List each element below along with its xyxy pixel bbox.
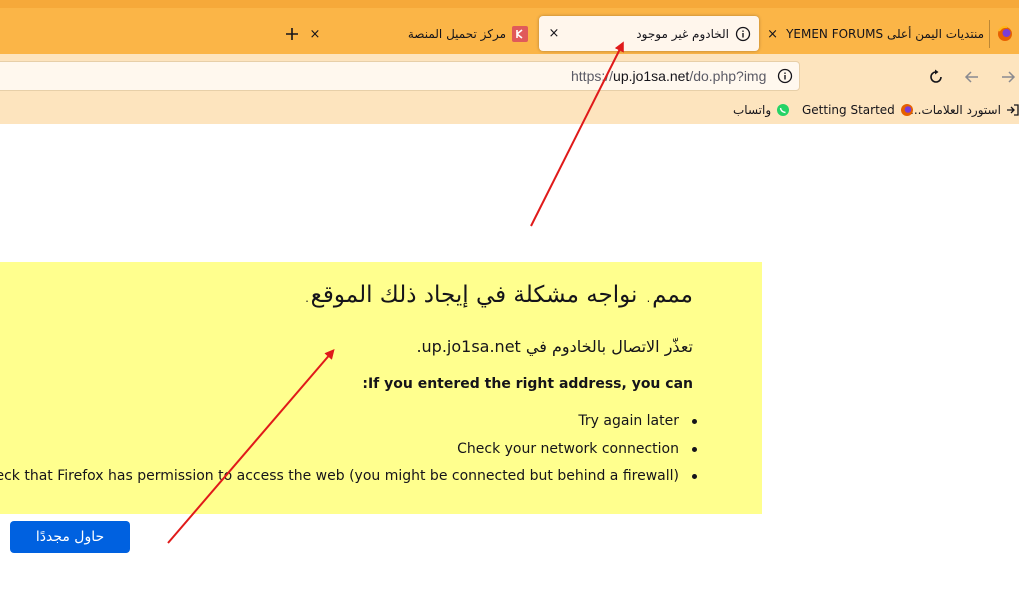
error-suggestions: Try again later Check your network conne… [0, 410, 698, 493]
arrow-left-icon [964, 71, 978, 83]
bookmark-label: استورد العلامات... [910, 103, 1001, 117]
tab-yemen-forums[interactable]: منتديات اليمن أعلى YEMEN FORUMS × [767, 16, 984, 52]
try-again-button[interactable]: حاول مجددًا [10, 521, 130, 553]
close-icon[interactable]: × [545, 25, 563, 43]
tab-upload-center[interactable]: مركز تحميل المنصة × [310, 16, 528, 52]
info-icon [735, 26, 751, 42]
tab-title: مركز تحميل المنصة [407, 27, 506, 41]
whatsapp-icon [776, 103, 790, 117]
site-info-button[interactable] [774, 65, 796, 87]
bookmark-whatsapp[interactable]: واتساب [733, 101, 790, 119]
firefox-menu-button[interactable] [991, 14, 1019, 54]
error-hint: If you entered the right address, you ca… [362, 376, 693, 392]
firefox-icon [900, 103, 914, 117]
back-button[interactable] [961, 66, 983, 88]
bookmark-label: واتساب [733, 103, 772, 117]
suggestion-text: Check that Firefox has permission to acc… [0, 468, 679, 484]
tab-title: الخادوم غير موجود [636, 26, 729, 41]
forward-button[interactable] [997, 66, 1019, 88]
bookmark-getting-started[interactable]: Getting Started [802, 101, 914, 119]
reload-icon [930, 69, 942, 83]
url-path: /do.php?img [689, 68, 767, 84]
tab-title: منتديات اليمن أعلى YEMEN FORUMS [786, 27, 984, 41]
error-subtitle: تعذّر الاتصال بالخادوم في up.jo1sa.net. [416, 337, 693, 356]
info-icon [777, 68, 793, 84]
import-icon [1006, 103, 1019, 117]
reload-button[interactable] [925, 66, 947, 88]
list-item: Try again later [0, 410, 698, 438]
tab-separator [989, 20, 990, 48]
site-logo-icon [512, 26, 528, 42]
firefox-icon [998, 25, 1012, 41]
tab-strip-topline [0, 0, 1019, 8]
list-item: Check that Firefox has permission to acc… [0, 465, 698, 493]
plus-icon [286, 28, 298, 40]
list-item: Check your network connection [0, 438, 698, 466]
url-text[interactable]: https://up.jo1sa.net/do.php?img [571, 68, 766, 84]
suggestion-text: Try again later [578, 413, 679, 429]
bookmark-label: Getting Started [802, 103, 895, 117]
bookmark-import[interactable]: استورد العلامات... [910, 101, 1019, 119]
url-host: up.jo1sa.net [613, 68, 690, 84]
new-tab-button[interactable] [282, 24, 302, 44]
arrow-right-icon [1002, 71, 1016, 83]
close-icon[interactable]: × [767, 25, 778, 43]
suggestion-text: Check your network connection [457, 440, 679, 457]
close-icon[interactable]: × [306, 25, 324, 43]
url-scheme: https:// [571, 68, 614, 84]
tab-server-not-found[interactable]: الخادوم غير موجود × [539, 16, 759, 51]
error-title: ممم. نواجه مشكلة في إيجاد ذلك الموقع. [303, 282, 693, 308]
